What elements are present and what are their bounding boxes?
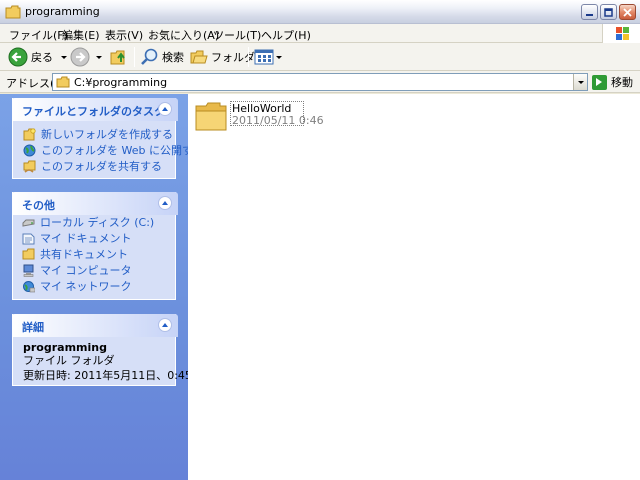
address-input[interactable]: C:¥programming [52, 73, 588, 91]
shared-documents-icon [22, 248, 35, 259]
my-computer-icon [23, 264, 34, 277]
place-shared-documents[interactable]: 共有ドキュメント [22, 246, 128, 262]
folder-icon [5, 5, 21, 19]
other-places-header[interactable]: その他 [12, 192, 178, 215]
task-publish-web[interactable]: このフォルダを Web に公開する [23, 142, 204, 158]
views-icon [254, 49, 274, 65]
task-label: 新しいフォルダを作成する [41, 128, 173, 141]
back-button[interactable]: 戻る [8, 46, 67, 68]
publish-web-icon [23, 144, 36, 156]
details-type: ファイル フォルダ [23, 354, 115, 367]
search-icon [141, 48, 158, 65]
menu-help[interactable]: ヘルプ(H) [261, 27, 311, 43]
address-bar: アドレス(D) C:¥programming 移動 [0, 71, 640, 93]
place-label: マイ コンピュータ [40, 264, 132, 277]
menu-file[interactable]: ファイル(F) [9, 27, 68, 43]
folder-icon [56, 76, 70, 88]
details-modified: 更新日時: 2011年5月11日、0:45 [23, 369, 192, 382]
file-list-view[interactable]: HelloWorld 2011/05/11 0:46 [188, 94, 640, 480]
place-my-documents[interactable]: マイ ドキュメント [22, 230, 132, 246]
place-my-network[interactable]: マイ ネットワーク [22, 278, 132, 294]
place-my-computer[interactable]: マイ コンピュータ [22, 262, 132, 278]
file-tasks-header[interactable]: ファイルとフォルダのタスク [12, 98, 178, 121]
toolbar-separator [248, 47, 249, 67]
go-button[interactable]: 移動 [592, 73, 633, 91]
file-item-helloworld[interactable]: HelloWorld 2011/05/11 0:46 [194, 98, 324, 132]
chevron-down-icon [577, 80, 584, 84]
windows-logo [602, 24, 640, 43]
folders-icon [190, 50, 208, 64]
minimize-icon [586, 13, 593, 16]
my-network-icon [23, 280, 35, 292]
title-bar[interactable]: programming [0, 0, 640, 24]
windows-flag-icon [616, 27, 629, 40]
up-button[interactable] [109, 46, 129, 68]
folder-icon [195, 102, 227, 131]
task-new-folder[interactable]: 新しいフォルダを作成する [23, 126, 173, 142]
menu-bar: ファイル(F) 編集(E) 表示(V) お気に入り(A) ツール(T) ヘルプ(… [0, 24, 640, 43]
address-dropdown-button[interactable] [573, 74, 587, 90]
minimize-button[interactable] [581, 4, 598, 20]
task-label: このフォルダを Web に公開する [41, 144, 204, 157]
place-label: ローカル ディスク (C:) [40, 216, 155, 229]
search-button[interactable]: 検索 [139, 46, 184, 68]
go-arrow-icon [592, 74, 607, 90]
views-button[interactable] [254, 46, 282, 68]
local-disk-icon [22, 219, 35, 227]
maximize-icon [604, 7, 613, 17]
new-folder-icon [23, 127, 36, 140]
other-places-title: その他 [22, 199, 55, 212]
file-tasks-panel: ファイルとフォルダのタスク 新しいフォルダを作成する このフォルダを Web に… [12, 98, 204, 179]
address-value: C:¥programming [74, 76, 168, 89]
file-tasks-title: ファイルとフォルダのタスク [22, 105, 165, 118]
back-arrow-icon [8, 47, 28, 67]
task-label: このフォルダを共有する [41, 160, 162, 173]
toolbar-separator [134, 47, 135, 67]
forward-dropdown-icon[interactable] [96, 55, 102, 59]
collapse-icon[interactable] [158, 102, 172, 116]
up-folder-icon [110, 50, 125, 65]
forward-button[interactable] [70, 46, 102, 68]
folders-button[interactable]: フォルダ [190, 46, 255, 68]
collapse-icon[interactable] [158, 318, 172, 332]
place-local-disk[interactable]: ローカル ディスク (C:) [22, 214, 154, 230]
my-documents-icon [22, 233, 35, 244]
place-label: マイ ネットワーク [40, 280, 132, 293]
details-panel: 詳細 programming ファイル フォルダ 更新日時: 2011年5月11… [12, 314, 192, 386]
collapse-icon[interactable] [158, 196, 172, 210]
menu-view[interactable]: 表示(V) [105, 27, 143, 43]
close-icon [623, 7, 632, 17]
menu-favorites[interactable]: お気に入り(A) [148, 27, 219, 43]
back-dropdown-icon[interactable] [61, 55, 67, 59]
place-label: 共有ドキュメント [40, 248, 128, 261]
close-button[interactable] [619, 4, 636, 20]
share-folder-icon [23, 160, 36, 173]
task-share-folder[interactable]: このフォルダを共有する [23, 158, 162, 174]
forward-arrow-icon [70, 47, 90, 67]
menu-edit[interactable]: 編集(E) [62, 27, 100, 43]
views-dropdown-icon[interactable] [276, 55, 282, 59]
details-title: 詳細 [22, 321, 44, 334]
window-title: programming [25, 5, 100, 18]
go-label: 移動 [611, 76, 633, 89]
place-label: マイ ドキュメント [40, 232, 132, 245]
file-date: 2011/05/11 0:46 [232, 114, 324, 127]
toolbar: 戻る 検索 フォルダ [0, 43, 640, 71]
menu-tools[interactable]: ツール(T) [213, 27, 261, 43]
task-pane: ファイルとフォルダのタスク 新しいフォルダを作成する このフォルダを Web に… [0, 94, 204, 480]
maximize-button[interactable] [600, 4, 617, 20]
back-label: 戻る [31, 51, 53, 64]
search-label: 検索 [162, 51, 184, 64]
details-header[interactable]: 詳細 [12, 314, 178, 337]
